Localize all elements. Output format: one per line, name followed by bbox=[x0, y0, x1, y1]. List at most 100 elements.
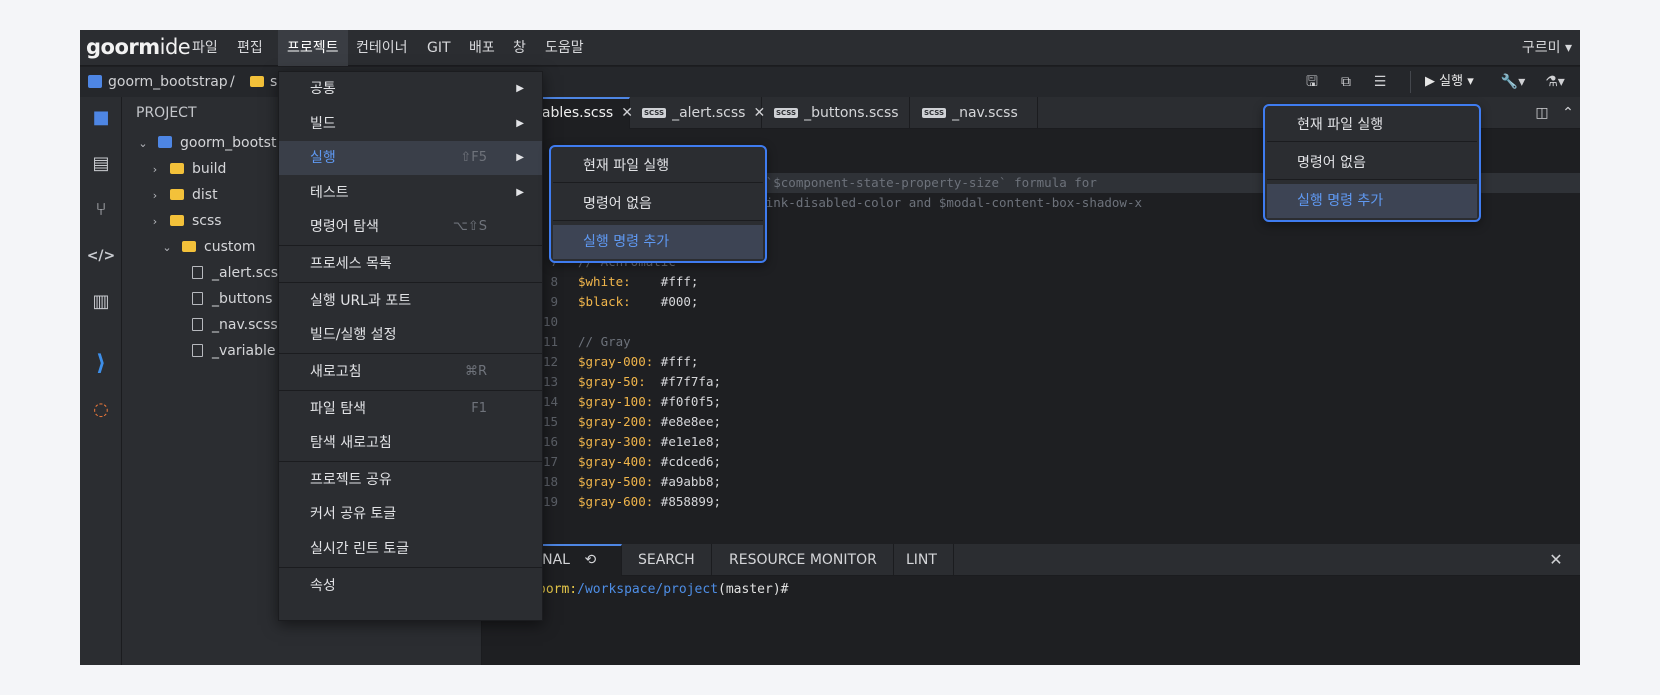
flask-icon[interactable]: ⚗▾ bbox=[1540, 72, 1570, 92]
menu-item-properties[interactable]: 속성 bbox=[279, 569, 542, 603]
code-val: #000; bbox=[630, 294, 699, 309]
breadcrumb-folder[interactable]: s bbox=[270, 67, 277, 97]
tree-item-buttons[interactable]: _buttons bbox=[122, 286, 272, 312]
code-line: $white: #fff; bbox=[578, 274, 698, 289]
tree-label: build bbox=[192, 161, 227, 177]
tab-alert[interactable]: SCSS _alert.scss ✕ bbox=[630, 97, 765, 129]
breadcrumb-project[interactable]: goorm_bootstrap bbox=[108, 67, 228, 97]
tab-search[interactable]: SEARCH bbox=[622, 544, 712, 576]
menu-item-cursor-share[interactable]: 커서 공유 토글 bbox=[279, 497, 542, 531]
menu-item-label: 새로고침 bbox=[310, 364, 362, 380]
play-icon: ▶ bbox=[1425, 74, 1435, 89]
menu-edit[interactable]: 편집 bbox=[228, 30, 272, 66]
folder-open-icon bbox=[182, 241, 196, 252]
code-var: $gray-50: bbox=[578, 374, 646, 389]
search-file-icon[interactable]: ☰ bbox=[1370, 72, 1390, 92]
code-var: $black: bbox=[578, 294, 631, 309]
code-val: #f7f7fa; bbox=[645, 374, 721, 389]
tree-item-nav[interactable]: _nav.scss bbox=[122, 312, 278, 338]
menu-item-explore-refresh[interactable]: 탐색 새로고침 bbox=[279, 426, 542, 460]
tree-item-scss[interactable]: › scss bbox=[122, 208, 222, 234]
menu-item-test[interactable]: 테스트 ▶ bbox=[279, 176, 542, 210]
terminal[interactable]: oorm:/workspace/project(master)# bbox=[482, 576, 1580, 665]
menu-item-process-list[interactable]: 프로세스 목록 bbox=[279, 247, 542, 281]
menu-item-run-url[interactable]: 실행 URL과 포트 bbox=[279, 284, 542, 318]
chevron-down-icon: ⌄ bbox=[138, 137, 148, 150]
menu-item-refresh[interactable]: 새로고침 ⌘R bbox=[279, 355, 542, 389]
caret-down-icon: ▾ bbox=[1467, 74, 1474, 89]
tab-nav[interactable]: SCSS _nav.scss bbox=[910, 97, 1038, 129]
chevron-up-icon[interactable]: ⌃ bbox=[1558, 103, 1578, 123]
menu-bar: goormide 파일 편집 프로젝트 컨테이너 GIT 배포 창 도움말 구르… bbox=[80, 30, 1580, 66]
menu-project[interactable]: 프로젝트 bbox=[278, 30, 348, 66]
tree-item-variables[interactable]: _variable bbox=[122, 338, 275, 364]
menu-help[interactable]: 도움말 bbox=[536, 30, 593, 66]
dropdown-item-no-command[interactable]: 명령어 없음 bbox=[1267, 146, 1477, 180]
code-val: #fff; bbox=[653, 354, 699, 369]
code-var: $gray-500: bbox=[578, 474, 654, 489]
code-var: $gray-400: bbox=[578, 454, 654, 469]
menu-item-label: 빌드/실행 설정 bbox=[310, 327, 397, 343]
submenu-item-no-command[interactable]: 명령어 없음 bbox=[553, 187, 763, 221]
menu-item-build[interactable]: 빌드 ▶ bbox=[279, 107, 542, 141]
code-line: $gray-200: #e8e8ee; bbox=[578, 414, 721, 429]
tree-item-build[interactable]: › build bbox=[122, 156, 227, 182]
goormide-logo[interactable]: goormide bbox=[86, 35, 191, 59]
menu-item-file-explore[interactable]: 파일 탐색 F1 bbox=[279, 392, 542, 426]
caret-right-icon: ▶ bbox=[516, 187, 524, 198]
tree-item-custom[interactable]: ⌄ custom bbox=[122, 234, 255, 260]
close-icon[interactable]: ✕ bbox=[1546, 550, 1566, 570]
refresh-icon[interactable]: ⟲ bbox=[584, 552, 596, 568]
menu-item-label: 명령어 탐색 bbox=[310, 219, 379, 235]
menu-item-common[interactable]: 공통 ▶ bbox=[279, 72, 542, 106]
chevron-right-icon: › bbox=[152, 215, 158, 228]
code-var: $gray-000: bbox=[578, 354, 654, 369]
code-icon[interactable]: </> bbox=[80, 239, 122, 273]
menu-container[interactable]: 컨테이너 bbox=[347, 30, 417, 66]
menu-item-run[interactable]: 실행 ⇧F5 ▶ bbox=[279, 141, 542, 175]
vscode-icon[interactable]: ⟩ bbox=[80, 347, 122, 381]
menu-git[interactable]: GIT bbox=[418, 30, 460, 66]
code-line: $gray-000: #fff; bbox=[578, 354, 698, 369]
tree-item-alert[interactable]: _alert.scs bbox=[122, 260, 278, 286]
run-button[interactable]: ▶ 실행 ▾ bbox=[1425, 67, 1474, 97]
menu-item-realtime-lint[interactable]: 실시간 린트 토글 bbox=[279, 532, 542, 566]
tab-lint[interactable]: LINT bbox=[890, 544, 954, 576]
wrench-icon[interactable]: 🔧▾ bbox=[1498, 72, 1528, 92]
code-val: #cdced6; bbox=[653, 454, 721, 469]
extensions-icon[interactable]: ▥ bbox=[80, 285, 122, 319]
tab-resource-monitor[interactable]: RESOURCE MONITOR bbox=[713, 544, 894, 576]
menu-deploy[interactable]: 배포 bbox=[460, 30, 504, 66]
scss-file-icon: SCSS bbox=[774, 108, 799, 118]
project-icon bbox=[88, 75, 102, 88]
menu-file[interactable]: 파일 bbox=[183, 30, 227, 66]
split-view-icon[interactable]: ◫ bbox=[1532, 103, 1552, 123]
caret-down-icon: ▾ bbox=[1564, 40, 1572, 56]
code-var: $gray-300: bbox=[578, 434, 654, 449]
git-branch-icon[interactable]: ⑂ bbox=[80, 193, 122, 227]
menu-item-label: 프로세스 목록 bbox=[310, 256, 392, 272]
save-all-icon[interactable]: ⧉ bbox=[1336, 72, 1356, 92]
tree-item-dist[interactable]: › dist bbox=[122, 182, 218, 208]
menu-item-share-project[interactable]: 프로젝트 공유 bbox=[279, 463, 542, 497]
tab-buttons[interactable]: SCSS _buttons.scss bbox=[762, 97, 910, 129]
menu-separator bbox=[279, 567, 542, 568]
toolbar-divider bbox=[1410, 71, 1411, 93]
submenu-item-run-current-file[interactable]: 현재 파일 실행 bbox=[553, 149, 763, 183]
jupyter-icon[interactable]: ◌ bbox=[80, 393, 122, 427]
folder-open-icon bbox=[170, 215, 184, 226]
menu-item-label: 실시간 린트 토글 bbox=[310, 541, 410, 557]
tree-root[interactable]: ⌄ goorm_bootst bbox=[122, 130, 276, 156]
menu-item-build-run-settings[interactable]: 빌드/실행 설정 bbox=[279, 318, 542, 352]
user-menu[interactable]: 구르미 ▾ bbox=[1522, 30, 1572, 66]
outline-icon[interactable]: ▤ bbox=[80, 147, 122, 181]
project-explorer-icon[interactable]: ■ bbox=[80, 101, 122, 135]
terminal-prompt: oorm:/workspace/project(master)# bbox=[538, 582, 788, 597]
dropdown-item-run-current-file[interactable]: 현재 파일 실행 bbox=[1267, 108, 1477, 142]
submenu-item-add-run-command[interactable]: 실행 명령 추가 bbox=[553, 225, 763, 259]
save-icon[interactable]: 🖫 bbox=[1302, 72, 1322, 92]
dropdown-item-add-run-command[interactable]: 실행 명령 추가 bbox=[1267, 184, 1477, 218]
menu-item-command-explore[interactable]: 명령어 탐색 ⌥⇧S bbox=[279, 210, 542, 244]
menu-window[interactable]: 창 bbox=[504, 30, 535, 66]
tree-root-label: goorm_bootst bbox=[180, 135, 277, 151]
